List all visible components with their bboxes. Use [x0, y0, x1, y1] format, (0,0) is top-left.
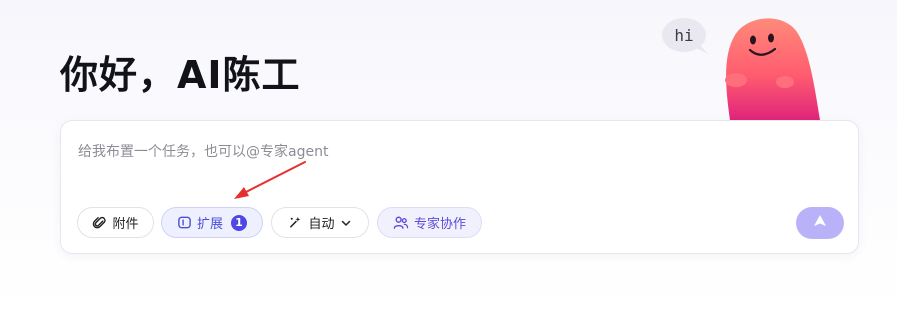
page-title: 你好，AI陈工: [60, 53, 301, 97]
chevron-down-icon: [340, 217, 352, 229]
task-composer: 给我布置一个任务，也可以@专家agent 附件 扩展 1 自动 专家协作: [60, 120, 859, 254]
attach-label: 附件: [112, 217, 139, 232]
people-icon: [393, 215, 409, 230]
send-button[interactable]: [796, 207, 844, 239]
paperclip-icon: [92, 215, 107, 230]
extension-button[interactable]: 扩展 1: [161, 207, 263, 238]
expert-collab-button[interactable]: 专家协作: [377, 207, 482, 238]
mascot-illustration: hi: [662, 18, 820, 120]
attach-button[interactable]: 附件: [77, 207, 154, 238]
extension-label: 扩展: [196, 217, 223, 232]
speech-text: hi: [674, 26, 693, 45]
auto-mode-icon: [288, 215, 303, 230]
speech-bubble: hi: [662, 18, 708, 54]
send-icon: [812, 213, 828, 233]
extension-count-badge: 1: [231, 214, 247, 231]
auto-mode-dropdown[interactable]: 自动: [271, 207, 369, 238]
extension-icon: [177, 215, 192, 230]
task-input[interactable]: 给我布置一个任务，也可以@专家agent: [78, 141, 328, 161]
expert-collab-label: 专家协作: [413, 217, 466, 232]
auto-mode-label: 自动: [308, 217, 335, 232]
